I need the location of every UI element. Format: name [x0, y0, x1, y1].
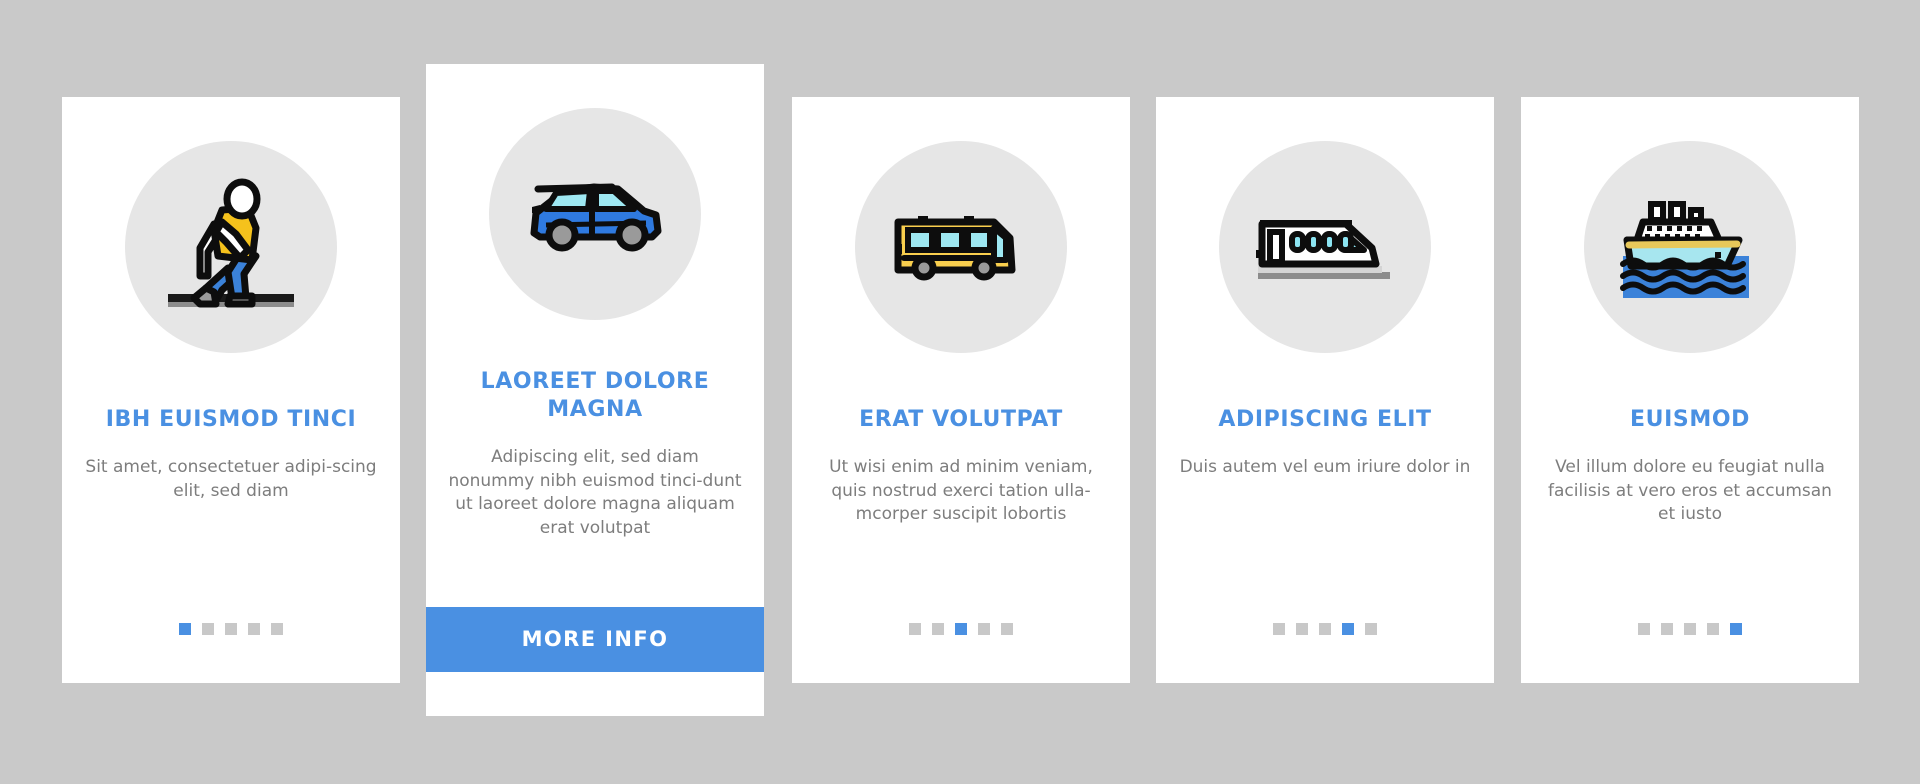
pagination-dots[interactable] [909, 623, 1013, 635]
pagination-dot[interactable] [1730, 623, 1742, 635]
pagination-dot[interactable] [202, 623, 214, 635]
pagination-dot[interactable] [1707, 623, 1719, 635]
card-title: EUISMOD [1630, 407, 1750, 432]
pagination-dot[interactable] [1342, 623, 1354, 635]
pagination-dot[interactable] [1319, 623, 1331, 635]
icon-circle-background [1584, 141, 1796, 353]
pagination-dots[interactable] [179, 623, 283, 635]
onboarding-card-walking[interactable]: IBH EUISMOD TINCI Sit amet, consectetuer… [62, 97, 400, 683]
pagination-dots[interactable] [1638, 623, 1742, 635]
cruise-ship-icon [1615, 172, 1765, 322]
pagination-dot[interactable] [955, 623, 967, 635]
walking-person-icon [156, 172, 306, 322]
pagination-dot[interactable] [909, 623, 921, 635]
pagination-dot[interactable] [1638, 623, 1650, 635]
train-icon [1250, 172, 1400, 322]
pagination-dot[interactable] [978, 623, 990, 635]
more-info-button[interactable]: MORE INFO [426, 607, 764, 672]
pagination-dot[interactable] [271, 623, 283, 635]
pagination-dot[interactable] [1365, 623, 1377, 635]
icon-circle-background [1219, 141, 1431, 353]
onboarding-screens-stage: IBH EUISMOD TINCI Sit amet, consectetuer… [0, 0, 1920, 784]
card-description: Sit amet, consectetuer adipi-scing elit,… [85, 457, 377, 501]
card-description: Vel illum dolore eu feugiat nulla facili… [1548, 457, 1832, 525]
car-icon [520, 139, 670, 289]
onboarding-card-bus[interactable]: ERAT VOLUTPAT Ut wisi enim ad minim veni… [792, 97, 1130, 683]
card-title: IBH EUISMOD TINCI [105, 407, 357, 432]
pagination-dot[interactable] [179, 623, 191, 635]
card-title: LAOREET DOLORE MAGNA [480, 369, 710, 423]
bus-icon [886, 172, 1036, 322]
pagination-dots[interactable] [1273, 623, 1377, 635]
pagination-dot[interactable] [932, 623, 944, 635]
card-title: ADIPISCING ELIT [1218, 407, 1432, 432]
card-description: Ut wisi enim ad minim veniam, quis nostr… [829, 457, 1093, 525]
card-title: ERAT VOLUTPAT [859, 407, 1063, 432]
pagination-dot[interactable] [1273, 623, 1285, 635]
card-description: Duis autem vel eum iriure dolor in [1179, 457, 1471, 478]
pagination-dot[interactable] [1296, 623, 1308, 635]
pagination-dot[interactable] [248, 623, 260, 635]
icon-circle-background [125, 141, 337, 353]
onboarding-card-ship[interactable]: EUISMOD Vel illum dolore eu feugiat null… [1521, 97, 1859, 683]
onboarding-card-car[interactable]: LAOREET DOLORE MAGNA Adipiscing elit, se… [426, 64, 764, 716]
card-description: Adipiscing elit, sed diam nonummy nibh e… [448, 447, 742, 538]
onboarding-card-train[interactable]: ADIPISCING ELIT Duis autem vel eum iriur… [1156, 97, 1494, 683]
pagination-dot[interactable] [225, 623, 237, 635]
icon-circle-background [855, 141, 1067, 353]
pagination-dot[interactable] [1684, 623, 1696, 635]
icon-circle-background [489, 108, 701, 320]
pagination-dot[interactable] [1661, 623, 1673, 635]
pagination-dot[interactable] [1001, 623, 1013, 635]
